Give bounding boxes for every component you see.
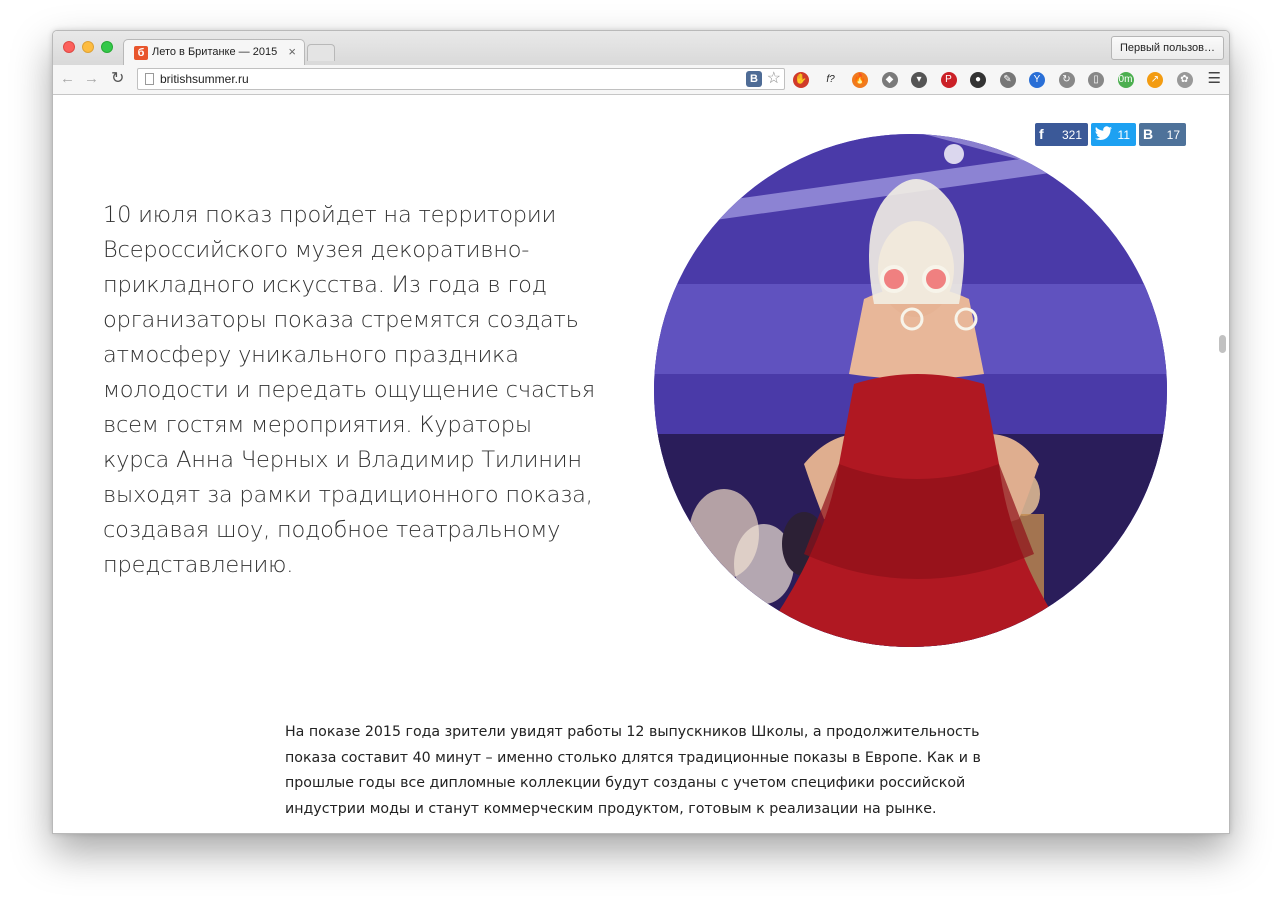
tab-close-icon[interactable]: × (288, 45, 296, 59)
url-text[interactable]: britishsummer.ru (160, 72, 249, 86)
browser-toolbar: ← → ↻ britishsummer.ru B ☆ ✋ f? 🔥 ◆ ▾ P ● ✎ Y ↻ ▯ 0… (53, 65, 1229, 95)
evernote-icon[interactable]: ◆ (881, 72, 898, 88)
tab-bar: б Лето в Британке — 2015 × Первый пользо… (53, 31, 1229, 65)
vk-share-count: 17 (1166, 128, 1180, 142)
reload-icon[interactable]: ↻ (111, 70, 124, 88)
minimize-window-button[interactable] (82, 41, 94, 53)
time-icon[interactable]: 0m (1117, 72, 1134, 88)
page-viewport: f 321 11 B 17 10 июля показ пройдет на т… (53, 95, 1229, 833)
pinterest-icon[interactable]: P (940, 72, 957, 88)
new-tab-button[interactable] (307, 44, 335, 61)
tab-active[interactable]: б Лето в Британке — 2015 × (123, 39, 305, 65)
menu-icon[interactable]: ☰ (1208, 71, 1221, 87)
close-window-button[interactable] (63, 41, 75, 53)
reader-icon[interactable]: ▯ (1088, 72, 1104, 88)
address-bar[interactable]: britishsummer.ru B ☆ (137, 68, 785, 90)
y-icon[interactable]: Y (1029, 72, 1045, 88)
paw-icon[interactable]: ✿ (1176, 72, 1193, 88)
runway-model-photo (654, 134, 1167, 647)
adblock-icon[interactable]: ✋ (793, 72, 809, 88)
fire-icon[interactable]: 🔥 (852, 72, 868, 88)
runway-photo-illustration (654, 134, 1167, 647)
site-favicon-icon: б (134, 46, 148, 60)
vk-icon[interactable]: B (746, 71, 762, 87)
chart-icon[interactable]: ↗ (1147, 72, 1163, 88)
eyedropper-icon[interactable]: ✎ (999, 72, 1016, 88)
back-arrow-icon[interactable]: ← (60, 70, 75, 88)
zoom-window-button[interactable] (101, 41, 113, 53)
fquery-icon[interactable]: f? (823, 72, 839, 88)
scrollbar-thumb[interactable] (1219, 335, 1226, 353)
lead-paragraph: 10 июля показ пройдет на территории Всер… (103, 202, 596, 578)
star-icon[interactable]: ☆ (767, 69, 781, 89)
circle-icon[interactable]: ● (970, 72, 986, 88)
profile-button[interactable]: Первый пользов… (1111, 36, 1224, 60)
pocket-icon[interactable]: ▾ (911, 72, 927, 88)
body-paragraph: На показе 2015 года зрители увидят работ… (285, 724, 981, 817)
browser-window: б Лето в Британке — 2015 × Первый пользо… (52, 30, 1230, 834)
forward-arrow-icon[interactable]: → (84, 70, 99, 88)
tab-title: Лето в Британке — 2015 (152, 46, 278, 58)
page-icon (145, 73, 154, 85)
refresh-ext-icon[interactable]: ↻ (1058, 72, 1075, 88)
